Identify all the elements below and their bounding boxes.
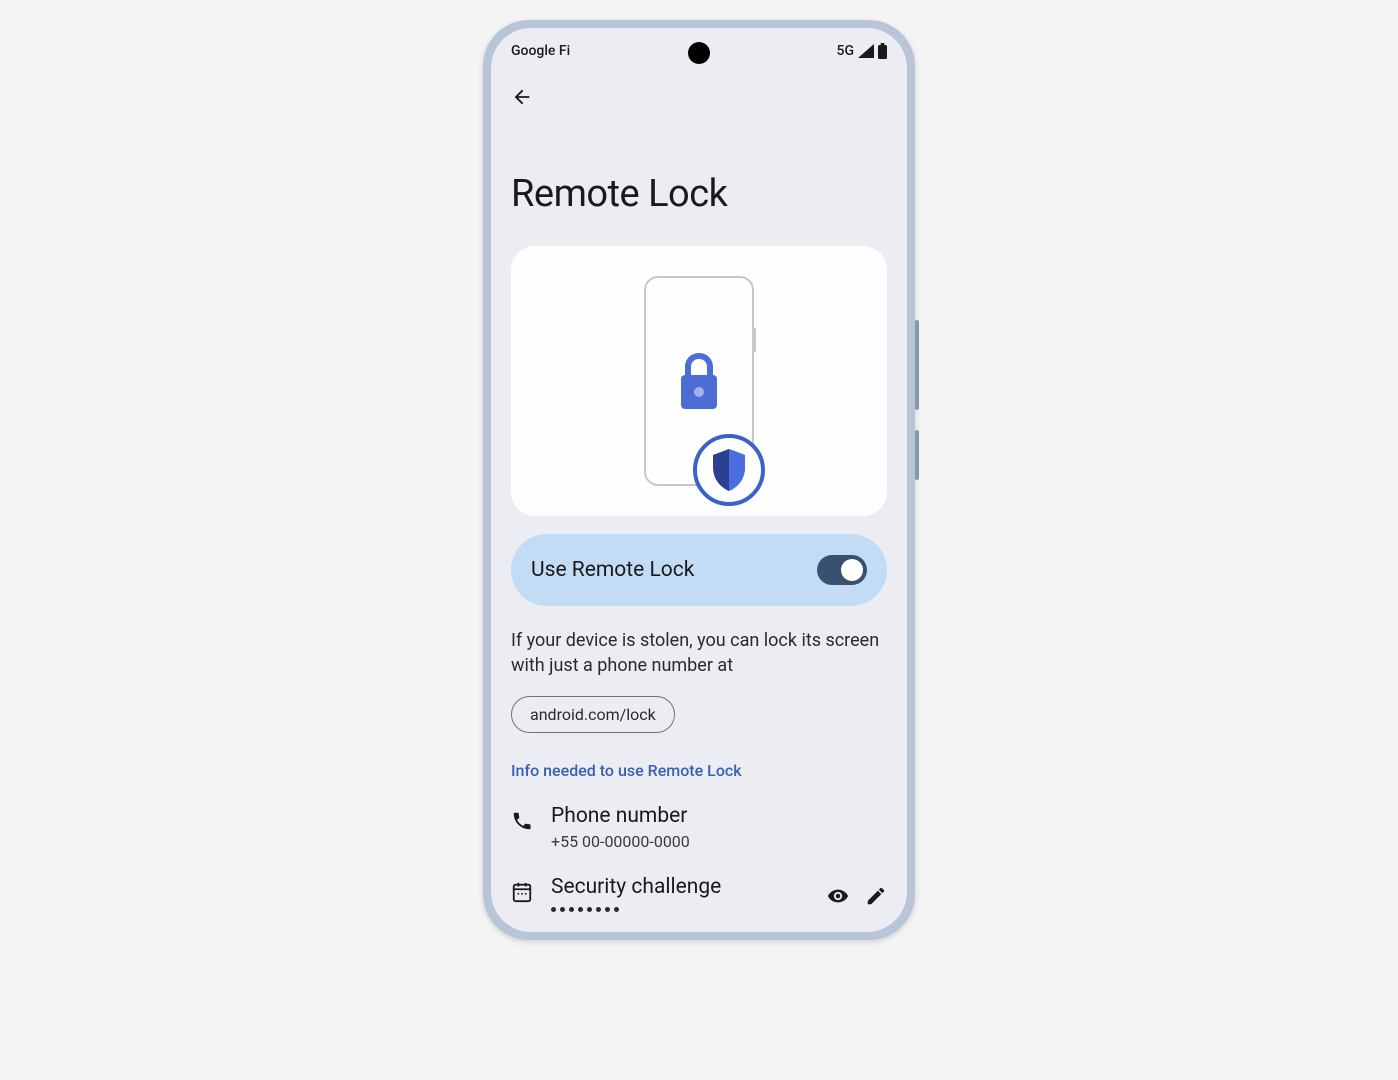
eye-icon[interactable] bbox=[827, 885, 849, 907]
phone-number-value: +55 00-00000-0000 bbox=[551, 832, 887, 851]
page-title: Remote Lock bbox=[511, 172, 887, 216]
phone-number-title: Phone number bbox=[551, 804, 887, 828]
section-header: Info needed to use Remote Lock bbox=[511, 761, 887, 780]
shield-badge bbox=[693, 434, 765, 506]
security-challenge-body: Security challenge bbox=[551, 875, 809, 912]
phone-icon bbox=[511, 810, 533, 832]
phone-number-body: Phone number +55 00-00000-0000 bbox=[551, 804, 887, 851]
illustration-card bbox=[511, 246, 887, 516]
camera-hole bbox=[688, 42, 710, 64]
use-remote-lock-row[interactable]: Use Remote Lock bbox=[511, 534, 887, 606]
security-actions bbox=[827, 885, 887, 907]
signal-icon bbox=[858, 44, 874, 58]
status-right: 5G bbox=[837, 43, 888, 59]
volume-button bbox=[915, 320, 919, 410]
back-icon[interactable] bbox=[511, 86, 533, 108]
calendar-icon bbox=[511, 881, 533, 903]
remote-lock-toggle[interactable] bbox=[817, 555, 867, 585]
phone-number-row[interactable]: Phone number +55 00-00000-0000 bbox=[511, 804, 887, 851]
content: Remote Lock Use Remote L bbox=[491, 172, 907, 932]
nav-bar bbox=[491, 74, 907, 112]
security-challenge-dots bbox=[551, 907, 809, 912]
toggle-label: Use Remote Lock bbox=[531, 558, 694, 582]
description-text: If your device is stolen, you can lock i… bbox=[511, 628, 887, 678]
carrier-label: Google Fi bbox=[511, 43, 570, 59]
lock-url-chip[interactable]: android.com/lock bbox=[511, 696, 675, 733]
security-challenge-row[interactable]: Security challenge bbox=[511, 875, 887, 912]
shield-icon bbox=[711, 449, 747, 491]
edit-icon[interactable] bbox=[865, 885, 887, 907]
security-challenge-title: Security challenge bbox=[551, 875, 809, 899]
battery-icon bbox=[878, 43, 887, 59]
power-button bbox=[915, 430, 919, 480]
network-label: 5G bbox=[837, 43, 855, 59]
lock-icon bbox=[677, 353, 721, 409]
phone-frame: Google Fi 5G Remote Lock bbox=[483, 20, 915, 940]
screen: Google Fi 5G Remote Lock bbox=[491, 28, 907, 932]
